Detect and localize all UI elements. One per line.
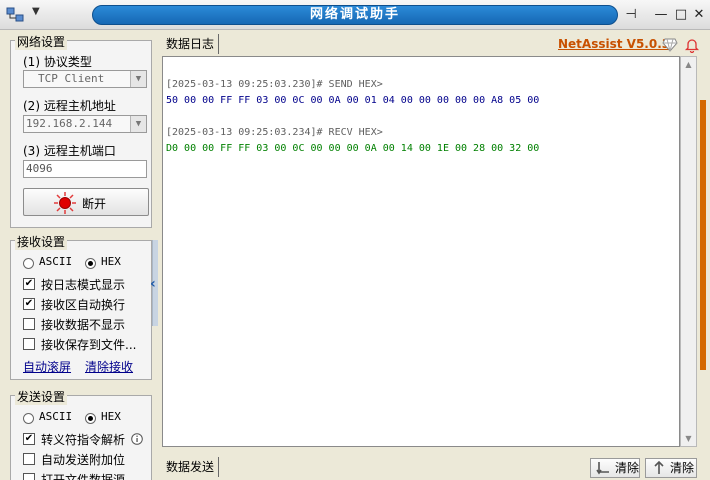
maximize-button[interactable]: □ [672, 6, 690, 24]
file-source-label: 打开文件数据源 [41, 473, 126, 480]
scroll-down-icon[interactable]: ▼ [681, 431, 696, 446]
log-entry-stamp: [2025-03-13 09:25:03.234]# RECV HEX> [166, 127, 383, 138]
port-input[interactable]: 4096 [23, 160, 147, 178]
save-to-file-checkbox[interactable] [23, 338, 35, 350]
log-entry-stamp: [2025-03-13 09:25:03.230]# SEND HEX> [166, 79, 383, 90]
receive-hex-label: HEX [101, 255, 121, 268]
receive-hex-radio[interactable] [85, 258, 96, 269]
pin-icon[interactable]: ⊣ [622, 6, 640, 24]
auto-wrap-checkbox[interactable]: ✔ [23, 298, 35, 310]
scroll-up-icon[interactable]: ▲ [681, 57, 696, 72]
protocol-select[interactable]: TCP Client ▼ [23, 70, 147, 88]
info-icon[interactable] [131, 433, 143, 445]
network-settings-group: 网络设置 (1) 协议类型 TCP Client ▼ (2) 远程主机地址 19… [10, 33, 152, 228]
host-select-value: 192.168.2.144 [26, 117, 113, 130]
receive-ascii-label: ASCII [39, 255, 73, 268]
receive-settings-group: 接收设置 ASCII HEX ✔ 按日志模式显示 ✔ 接收区自动换行 接收数据不… [10, 233, 152, 380]
auto-append-label: 自动发送附加位 [41, 453, 126, 467]
collapse-left-icon[interactable]: ‹ [150, 276, 156, 292]
side-accent-bar [700, 100, 706, 370]
send-settings-title: 发送设置 [15, 388, 68, 405]
clear-send-button[interactable]: 清除 [590, 458, 640, 478]
window-title: 网络调试助手 [309, 7, 400, 22]
save-to-file-label: 接收保存到文件... [41, 338, 137, 352]
hide-data-checkbox[interactable] [23, 318, 35, 330]
clear-receive-link[interactable]: 清除接收 [85, 358, 133, 375]
escape-parse-checkbox[interactable]: ✔ [23, 433, 35, 445]
data-log-area[interactable]: [2025-03-13 09:25:03.230]# SEND HEX> 50 … [162, 56, 680, 447]
host-select[interactable]: 192.168.2.144 ▼ [23, 115, 147, 133]
app-network-icon[interactable] [6, 7, 24, 23]
chevron-down-icon[interactable]: ▼ [130, 116, 146, 132]
log-entry-data: 50 00 00 FF FF 03 00 0C 00 0A 00 01 04 0… [166, 95, 540, 106]
receive-ascii-radio[interactable] [23, 258, 34, 269]
diamond-icon[interactable] [662, 38, 678, 52]
auto-append-checkbox[interactable] [23, 453, 35, 465]
clear-send-label: 清除 [615, 461, 640, 475]
disconnect-button[interactable]: 断开 [23, 188, 149, 216]
log-entry-data: D0 00 00 FF FF 03 00 0C 00 00 00 0A 00 1… [166, 143, 540, 154]
log-mode-label: 按日志模式显示 [41, 278, 126, 292]
send-hex-label: HEX [101, 410, 121, 423]
file-source-checkbox[interactable] [23, 473, 35, 480]
disconnect-button-label: 断开 [82, 197, 107, 211]
send-settings-group: 发送设置 ASCII HEX ✔ 转义符指令解析 自动发送附加位 打开文件数据源 [10, 388, 152, 480]
title-bar: ▼ 网络调试助手 ⊣ — □ ✕ [0, 0, 710, 30]
send-ascii-radio[interactable] [23, 413, 34, 424]
minimize-button[interactable]: — [652, 6, 670, 24]
tab-data-log[interactable]: 数据日志 [162, 34, 220, 54]
bell-icon[interactable] [684, 37, 700, 53]
auto-wrap-label: 接收区自动换行 [41, 298, 126, 312]
system-menu-dropdown-icon[interactable]: ▼ [32, 6, 40, 17]
host-label: (2) 远程主机地址 [23, 99, 116, 113]
auto-scroll-link[interactable]: 自动滚屏 [23, 358, 71, 375]
hide-data-label: 接收数据不显示 [41, 318, 126, 332]
log-mode-checkbox[interactable]: ✔ [23, 278, 35, 290]
protocol-select-value: TCP Client [38, 72, 105, 85]
chevron-down-icon[interactable]: ▼ [130, 71, 146, 87]
send-hex-radio[interactable] [85, 413, 96, 424]
clear-history-label: 清除 [670, 461, 695, 475]
tab-data-send[interactable]: 数据发送 [162, 457, 220, 477]
escape-parse-label: 转义符指令解析 [41, 433, 126, 447]
network-settings-title: 网络设置 [15, 33, 68, 50]
status-led-icon [54, 192, 76, 214]
protocol-label: (1) 协议类型 [23, 55, 92, 69]
close-button[interactable]: ✕ [690, 6, 708, 24]
clear-arrow-down-icon [596, 462, 609, 475]
clear-arrow-up-icon [654, 460, 664, 474]
receive-settings-title: 接收设置 [15, 233, 68, 250]
send-ascii-label: ASCII [39, 410, 73, 423]
brand-link[interactable]: NetAssist V5.0.3 [558, 37, 670, 51]
port-label: (3) 远程主机端口 [23, 144, 116, 158]
clear-history-button[interactable]: 清除 [645, 458, 697, 478]
log-scrollbar[interactable]: ▲ ▼ [680, 56, 697, 447]
